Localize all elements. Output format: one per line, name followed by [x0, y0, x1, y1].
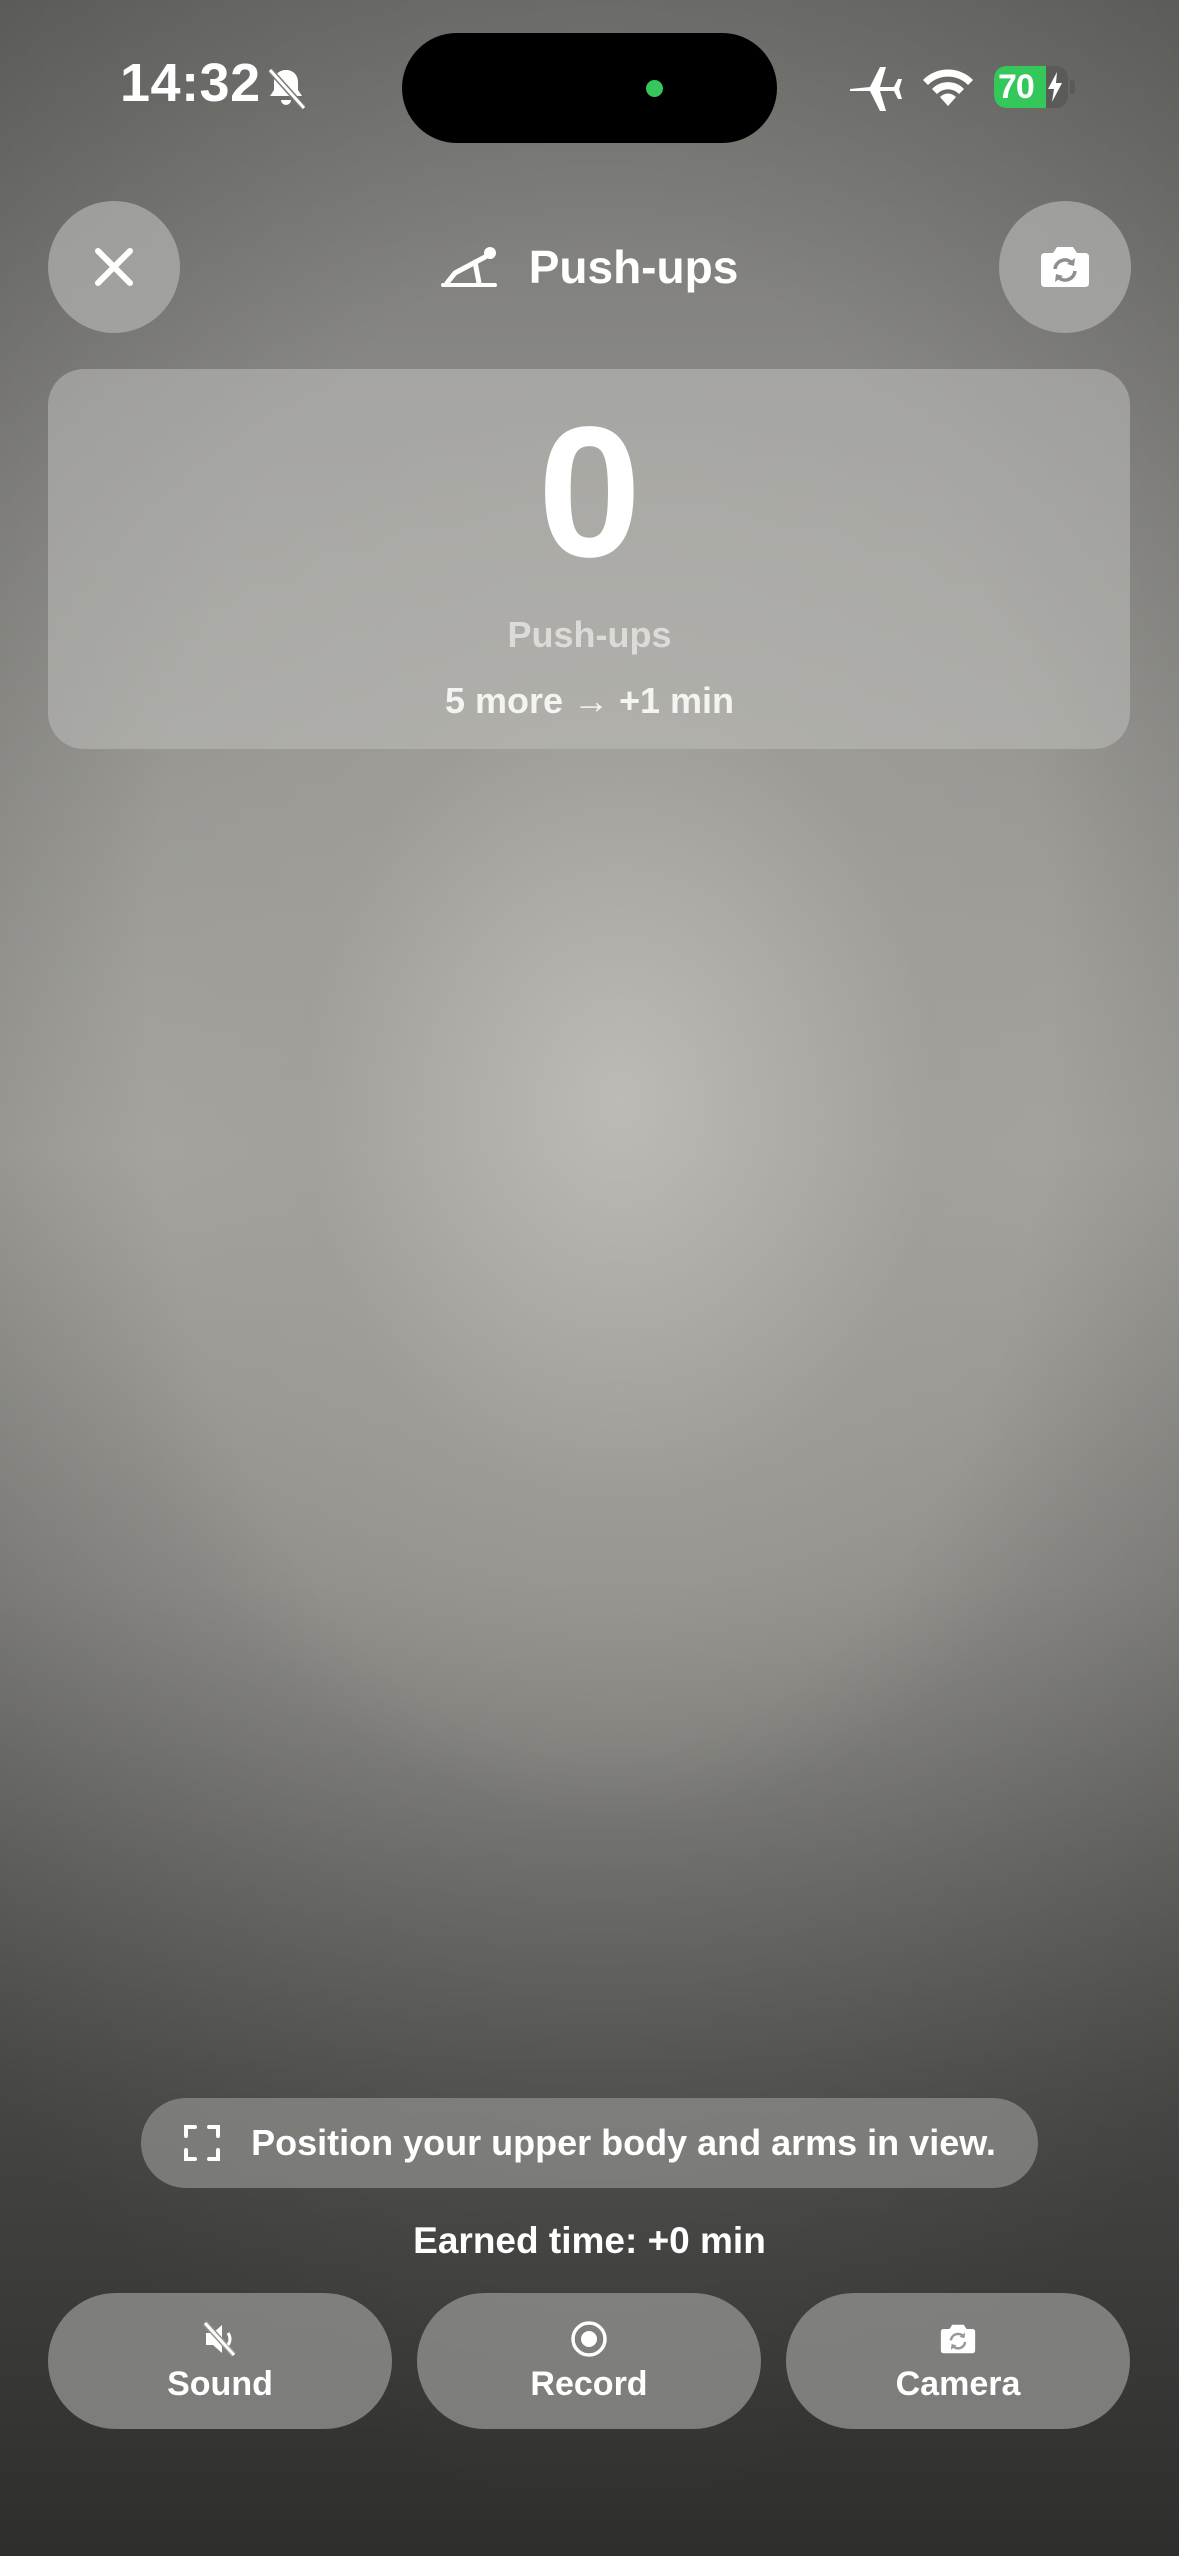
camera-label: Camera [895, 2364, 1021, 2403]
status-time: 14:32 [120, 53, 261, 113]
bell-slash-icon [267, 67, 307, 111]
speaker-muted-icon [202, 2320, 237, 2357]
viewfinder-icon [184, 2125, 221, 2161]
record-icon [571, 2320, 607, 2357]
reward-hint: 5 more → +1 min [444, 680, 735, 721]
camera-button[interactable]: Camera [786, 2293, 1130, 2429]
camera-in-use-indicator [646, 80, 663, 97]
position-instruction: Position your upper body and arms in vie… [141, 2098, 1038, 2188]
instruction-text: Position your upper body and arms in vie… [251, 2122, 996, 2163]
record-label: Record [530, 2364, 648, 2403]
battery-percent: 70 [998, 68, 1035, 106]
battery-indicator: 70 [994, 66, 1075, 108]
charging-bolt-icon [1048, 72, 1062, 102]
rep-count-label: Push-ups [507, 614, 672, 655]
earned-time: Earned time: +0 min [413, 2220, 766, 2261]
push-up-icon [440, 247, 497, 287]
airplane-icon [850, 67, 902, 111]
sound-label: Sound [167, 2364, 273, 2403]
rep-count: 0 [537, 389, 642, 596]
sound-button[interactable]: Sound [48, 2293, 392, 2429]
camera-flip-icon [940, 2324, 976, 2353]
wifi-icon [923, 69, 973, 106]
camera-flip-icon [1041, 247, 1089, 287]
record-button[interactable]: Record [417, 2293, 761, 2429]
page-title: Push-ups [528, 241, 739, 293]
dynamic-island [402, 33, 777, 143]
switch-camera-button[interactable] [999, 201, 1131, 333]
